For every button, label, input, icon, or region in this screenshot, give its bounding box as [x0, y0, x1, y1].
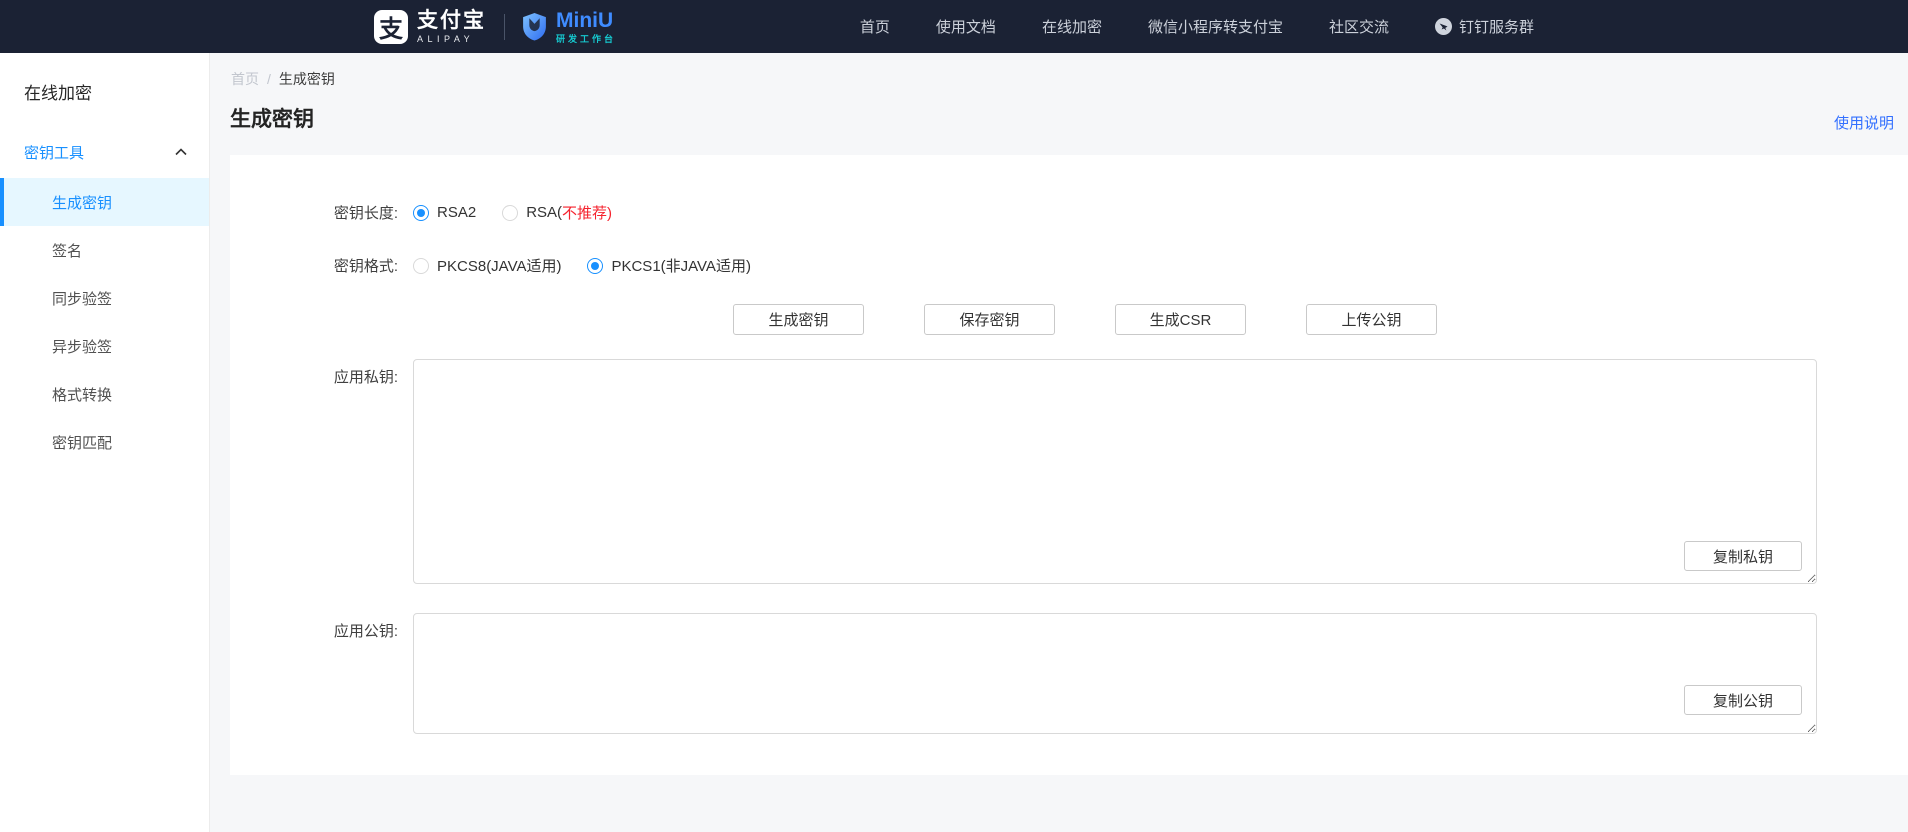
title-row: 生成密钥 使用说明 — [230, 103, 1908, 133]
radio-pkcs1-label: PKCS1(非JAVA适用) — [611, 255, 750, 276]
radio-rsa-label: RSA( — [526, 204, 562, 221]
private-key-textarea[interactable] — [413, 359, 1817, 584]
action-buttons-row: 生成密钥 保存密钥 生成CSR 上传公钥 — [733, 304, 1908, 335]
sidebar-item-generate-key[interactable]: 生成密钥 — [0, 178, 209, 226]
nav-item-community[interactable]: 社区交流 — [1329, 16, 1389, 37]
save-key-button[interactable]: 保存密钥 — [924, 304, 1055, 335]
sidebar-group-key-tools[interactable]: 密钥工具 — [0, 132, 209, 172]
sidebar: 在线加密 密钥工具 生成密钥 签名 同步验签 异步验签 格式转换 密钥匹配 — [0, 53, 210, 832]
brand-area[interactable]: 支 支付宝 ALIPAY — [374, 10, 616, 44]
nav-item-docs[interactable]: 使用文档 — [936, 16, 996, 37]
main-area: 首页 / 生成密钥 生成密钥 使用说明 密钥长度: RSA2 RSA(不推荐) — [210, 53, 1908, 832]
key-length-options: RSA2 RSA(不推荐) — [413, 202, 638, 223]
miniu-brand: MiniU 研发工作台 — [521, 10, 616, 44]
navbar-container: 支 支付宝 ALIPAY — [354, 0, 1554, 53]
miniu-subtitle: 研发工作台 — [556, 35, 616, 44]
public-key-textarea[interactable] — [413, 613, 1817, 734]
miniu-name: MiniU — [556, 10, 616, 31]
private-key-wrapper: 复制私钥 — [413, 359, 1817, 584]
breadcrumb-current: 生成密钥 — [279, 69, 335, 89]
generate-csr-button[interactable]: 生成CSR — [1115, 304, 1246, 335]
sidebar-group-label: 密钥工具 — [24, 142, 84, 163]
radio-pkcs8[interactable]: PKCS8(JAVA适用) — [413, 255, 561, 276]
radio-selected-icon[interactable] — [587, 258, 603, 274]
alipay-wordmark: 支付宝 ALIPAY — [417, 10, 486, 44]
radio-pkcs1[interactable]: PKCS1(非JAVA适用) — [587, 255, 750, 276]
nav-item-dingtalk-group[interactable]: 钉钉服务群 — [1435, 16, 1534, 37]
breadcrumb-separator: / — [267, 71, 271, 87]
radio-unselected-icon[interactable] — [413, 258, 429, 274]
copy-public-key-button[interactable]: 复制公钥 — [1684, 685, 1802, 715]
radio-selected-icon[interactable] — [413, 205, 429, 221]
content-panel: 密钥长度: RSA2 RSA(不推荐) 密钥格式: — [230, 155, 1908, 775]
alipay-subtitle: ALIPAY — [417, 35, 486, 44]
key-format-label: 密钥格式: — [230, 255, 398, 276]
radio-pkcs8-label: PKCS8(JAVA适用) — [437, 255, 561, 276]
nav-item-label: 钉钉服务群 — [1459, 16, 1534, 37]
private-key-row: 应用私钥: 复制私钥 — [230, 359, 1908, 584]
key-length-label: 密钥长度: — [230, 202, 398, 223]
miniu-wordmark: MiniU 研发工作台 — [556, 10, 616, 44]
navbar-menu: 首页 使用文档 在线加密 微信小程序转支付宝 社区交流 钉钉服务群 — [860, 16, 1534, 37]
sidebar-item-format-convert[interactable]: 格式转换 — [0, 370, 209, 418]
usage-help-link[interactable]: 使用说明 — [1834, 112, 1894, 133]
miniu-shield-icon — [521, 12, 548, 41]
radio-rsa2[interactable]: RSA2 — [413, 204, 476, 221]
sidebar-title: 在线加密 — [0, 53, 209, 104]
brand-divider — [504, 14, 505, 40]
alipay-logo-icon: 支 — [374, 10, 408, 44]
public-key-label: 应用公钥: — [230, 613, 398, 641]
breadcrumb: 首页 / 生成密钥 — [230, 69, 1908, 89]
dingtalk-icon — [1435, 18, 1452, 35]
radio-rsa-warning: 不推荐) — [562, 202, 612, 223]
upload-public-key-button[interactable]: 上传公钥 — [1306, 304, 1437, 335]
radio-rsa[interactable]: RSA(不推荐) — [502, 202, 612, 223]
breadcrumb-home[interactable]: 首页 — [231, 69, 259, 89]
top-navbar: 支 支付宝 ALIPAY — [0, 0, 1908, 53]
alipay-name: 支付宝 — [417, 10, 486, 31]
public-key-wrapper: 复制公钥 — [413, 613, 1817, 734]
sidebar-menu: 生成密钥 签名 同步验签 异步验签 格式转换 密钥匹配 — [0, 178, 209, 466]
nav-item-home[interactable]: 首页 — [860, 16, 890, 37]
public-key-row: 应用公钥: 复制公钥 — [230, 613, 1908, 734]
radio-rsa2-label: RSA2 — [437, 204, 476, 221]
generate-key-button[interactable]: 生成密钥 — [733, 304, 864, 335]
page-layout: 在线加密 密钥工具 生成密钥 签名 同步验签 异步验签 格式转换 密钥匹配 首页… — [0, 53, 1908, 832]
page-title: 生成密钥 — [230, 103, 314, 133]
nav-item-wechat-convert[interactable]: 微信小程序转支付宝 — [1148, 16, 1283, 37]
sidebar-item-sign[interactable]: 签名 — [0, 226, 209, 274]
chevron-up-icon — [175, 148, 187, 156]
nav-item-online-encrypt[interactable]: 在线加密 — [1042, 16, 1102, 37]
sidebar-item-sync-verify[interactable]: 同步验签 — [0, 274, 209, 322]
key-format-options: PKCS8(JAVA适用) PKCS1(非JAVA适用) — [413, 255, 777, 276]
key-format-row: 密钥格式: PKCS8(JAVA适用) PKCS1(非JAVA适用) — [230, 255, 1908, 276]
key-length-row: 密钥长度: RSA2 RSA(不推荐) — [230, 202, 1908, 223]
radio-unselected-icon[interactable] — [502, 205, 518, 221]
alipay-glyph: 支 — [379, 9, 403, 44]
private-key-label: 应用私钥: — [230, 359, 398, 387]
copy-private-key-button[interactable]: 复制私钥 — [1684, 541, 1802, 571]
sidebar-item-key-match[interactable]: 密钥匹配 — [0, 418, 209, 466]
sidebar-item-async-verify[interactable]: 异步验签 — [0, 322, 209, 370]
